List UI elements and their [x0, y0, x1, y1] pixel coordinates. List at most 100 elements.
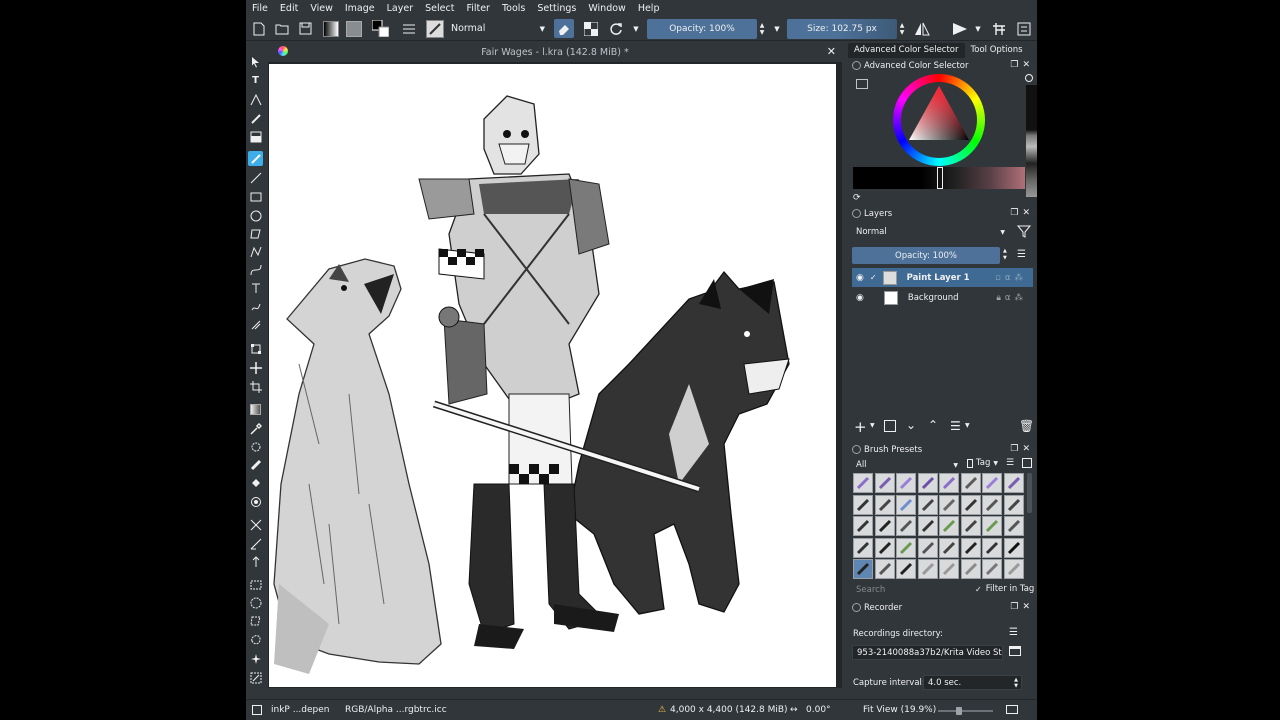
measure-tool-icon[interactable] — [248, 536, 263, 551]
menu-tools[interactable]: Tools — [502, 3, 525, 14]
enclose-fill-icon[interactable] — [248, 494, 263, 509]
canvas-only-icon[interactable] — [1006, 705, 1018, 714]
workspace-icon[interactable] — [991, 19, 1007, 38]
hue-ring[interactable] — [893, 74, 985, 166]
smart-patch-tool-icon[interactable] — [248, 457, 263, 472]
color-picker-icon[interactable] — [248, 421, 263, 436]
mirror-horizontal-icon[interactable] — [913, 19, 931, 38]
brush-preset-thumbnail[interactable] — [874, 559, 895, 579]
lock-icon[interactable]: 🔒︎α⁂ — [996, 293, 1027, 303]
close-icon[interactable]: ✕ — [827, 45, 836, 58]
chevron-down-icon[interactable]: ▼ — [772, 19, 782, 38]
smart-patch-icon[interactable] — [248, 129, 263, 144]
blend-mode-dropdown[interactable]: Normal ▼ — [446, 20, 550, 37]
layer-opacity-slider[interactable]: Opacity: 100% — [852, 247, 1000, 264]
view-menu-icon[interactable]: ☰ — [1006, 458, 1014, 468]
similar-select-icon[interactable] — [248, 670, 263, 685]
layer-opacity-spinner[interactable]: ▲ ▼ — [1003, 248, 1010, 262]
brush-preset-thumbnail[interactable] — [960, 537, 981, 558]
current-brush-name[interactable]: inkP ...depen — [271, 705, 330, 715]
layer-row-paint-layer-1[interactable]: ◉ ✓ Paint Layer 1 ▫α⁂ — [852, 268, 1033, 287]
multibrush-icon[interactable] — [248, 317, 263, 332]
panel-float-close-icon[interactable]: ❐✕ — [1010, 208, 1034, 218]
preserve-alpha-icon[interactable] — [583, 19, 599, 38]
reference-tool-icon[interactable] — [248, 554, 263, 569]
menu-filter[interactable]: Filter — [466, 3, 490, 14]
brush-preset-thumbnail[interactable] — [896, 537, 916, 558]
tab-tool-options[interactable]: Tool Options — [965, 43, 1029, 58]
rotate-icon[interactable]: ↔ — [790, 705, 798, 715]
open-document-icon[interactable] — [274, 19, 290, 38]
pattern-icon[interactable] — [345, 19, 363, 38]
brush-preset-thumbnail[interactable] — [1003, 559, 1024, 579]
ellipse-tool-icon[interactable] — [248, 208, 263, 223]
menu-window[interactable]: Window — [588, 3, 625, 14]
fg-bg-color-icon[interactable] — [371, 19, 389, 38]
brush-preset-thumbnail[interactable] — [853, 559, 873, 579]
brush-preset-thumbnail[interactable] — [939, 516, 959, 536]
color-space-label[interactable]: RGB/Alpha ...rgbtrc.icc — [345, 705, 447, 715]
filter-in-tag-checkbox[interactable]: ✓ Filter in Tag — [975, 584, 1034, 594]
panel-pin-icon[interactable] — [852, 603, 861, 612]
shade-selector[interactable] — [853, 167, 1025, 189]
selector-settings-icon[interactable] — [856, 79, 868, 89]
crop-tool-icon[interactable] — [248, 379, 263, 394]
colorize-mask-icon[interactable] — [248, 439, 263, 454]
checkmark-icon[interactable]: ✓ — [870, 273, 877, 282]
brush-preset-thumbnail[interactable] — [917, 473, 938, 493]
brush-preset-thumbnail[interactable] — [960, 559, 981, 579]
add-layer-icon[interactable]: + — [854, 418, 867, 436]
mirror-vertical-icon[interactable] — [951, 19, 969, 38]
brush-preset-thumbnail[interactable] — [896, 559, 916, 579]
select-shapes-icon[interactable] — [248, 54, 263, 69]
brush-preset-thumbnail[interactable] — [874, 537, 895, 558]
chevron-down-icon[interactable]: ▼ — [631, 19, 641, 38]
polyline-tool-icon[interactable] — [248, 244, 263, 259]
panel-float-close-icon[interactable]: ❐✕ — [1010, 60, 1034, 70]
brush-preset-thumbnail[interactable] — [939, 473, 959, 493]
move-layer-up-icon[interactable]: ⌃ — [928, 418, 938, 432]
eraser-mode-icon[interactable] — [554, 19, 574, 38]
move-tool-icon[interactable] — [248, 360, 263, 375]
brush-preset-thumbnail[interactable] — [917, 516, 938, 536]
layer-blend-mode-dropdown[interactable]: Normal ▼ — [852, 224, 1009, 240]
wrap-around-icon[interactable] — [1016, 19, 1032, 38]
menu-select[interactable]: Select — [425, 3, 454, 14]
recordings-dir-field[interactable]: 953-2140088a37b2/Krita Video Stuffs — [852, 645, 1003, 660]
freehand-brush-icon[interactable] — [248, 151, 263, 166]
brush-preset-thumbnail[interactable] — [982, 516, 1002, 536]
size-spinner[interactable]: ▲ ▼ — [898, 19, 906, 38]
save-icon[interactable] — [297, 19, 313, 38]
brush-preset-thumbnail[interactable] — [896, 473, 916, 493]
interval-spinner[interactable]: ▲ ▼ — [1014, 677, 1018, 689]
menu-edit[interactable]: Edit — [280, 3, 298, 14]
gradient-icon[interactable] — [322, 19, 340, 38]
panel-float-close-icon[interactable]: ❐✕ — [1010, 602, 1034, 612]
freehand-select-icon[interactable] — [248, 631, 263, 646]
ellipse-select-icon[interactable] — [248, 595, 263, 610]
layer-properties-icons[interactable]: ▫α⁂ — [995, 273, 1027, 283]
brush-preset-thumbnail[interactable] — [1003, 537, 1024, 558]
panel-pin-icon[interactable] — [852, 209, 861, 218]
brush-preset-thumbnail[interactable] — [939, 537, 959, 558]
refresh-icon[interactable]: ⟳ — [853, 193, 863, 203]
move-layer-down-icon[interactable]: ⌄ — [906, 418, 916, 432]
opacity-spinner[interactable]: ▲ ▼ — [758, 19, 766, 38]
zoom-slider[interactable] — [938, 710, 993, 712]
calligraphy-icon[interactable] — [248, 111, 263, 126]
brush-preset-thumbnail[interactable] — [982, 473, 1002, 493]
manage-recordings-icon[interactable]: ☰ — [1009, 627, 1018, 638]
assistant-tool-icon[interactable] — [248, 517, 263, 532]
visibility-eye-icon[interactable]: ◉ — [856, 293, 864, 303]
brush-preset-thumbnail[interactable] — [853, 537, 873, 558]
brush-settings-icon[interactable] — [401, 19, 417, 38]
menu-file[interactable]: File — [252, 3, 268, 14]
tab-advanced-color-selector[interactable]: Advanced Color Selector — [848, 43, 965, 58]
brush-preset-thumbnail[interactable] — [896, 516, 916, 536]
brush-preset-thumbnail[interactable] — [982, 537, 1002, 558]
menu-image[interactable]: Image — [345, 3, 375, 14]
capture-interval-input[interactable]: 4.0 sec. ▲ ▼ — [923, 675, 1022, 690]
brush-preset-icon[interactable] — [425, 19, 445, 38]
text-tool-icon[interactable]: T — [248, 73, 263, 88]
contiguous-select-icon[interactable] — [248, 651, 263, 666]
